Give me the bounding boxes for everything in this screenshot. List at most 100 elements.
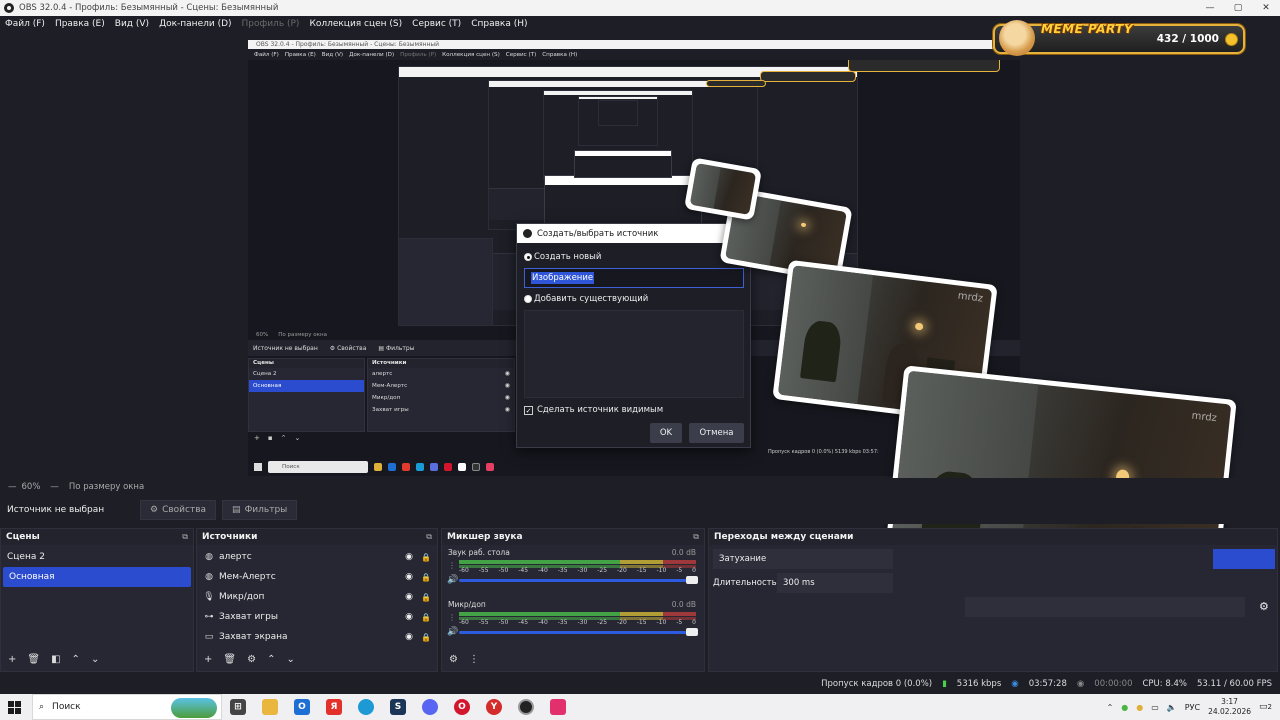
transitions-header: Переходы между сценами bbox=[709, 529, 1277, 545]
photo-watermark: mrdz bbox=[1191, 410, 1218, 425]
remove-source-icon[interactable]: 🗑 bbox=[223, 654, 236, 665]
scene-item-selected[interactable]: Основная bbox=[3, 567, 191, 587]
speaker-icon[interactable]: 🔊 bbox=[447, 627, 458, 637]
create-new-radio[interactable]: Создать новый bbox=[524, 252, 601, 262]
inner-source-label: Мем-Алертс bbox=[372, 383, 408, 389]
meter-scale: -60 -55 -50 -45 -40 -35 -30 -25 -20 -15 -10 -5 0 bbox=[459, 619, 696, 626]
source-item[interactable]: ◍ Мем-Алертс ◉ 🔒 bbox=[197, 567, 437, 587]
volume-meter bbox=[459, 560, 696, 564]
mixer-settings-icon[interactable]: ⚙ bbox=[449, 654, 458, 665]
yandex-icon[interactable]: Y bbox=[486, 699, 502, 715]
lock-icon[interactable]: 🔒 bbox=[421, 613, 431, 622]
channel-menu-icon[interactable]: ⋮ bbox=[448, 613, 456, 622]
undock-icon[interactable]: ⧉ bbox=[182, 532, 188, 542]
menu-docks[interactable]: Док-панели (D) bbox=[154, 19, 236, 29]
menu-profile[interactable]: Профиль (P) bbox=[237, 19, 305, 29]
zoom-dropdown-icon[interactable]: — bbox=[50, 482, 59, 492]
controls-field[interactable] bbox=[965, 597, 1245, 617]
move-up-icon[interactable]: ⌃ bbox=[72, 654, 80, 665]
maximize-button[interactable]: ▢ bbox=[1224, 0, 1252, 16]
volume-icon[interactable]: 🔈 bbox=[1167, 703, 1177, 712]
filters-button[interactable]: ▤ Фильтры bbox=[222, 500, 298, 520]
gear-icon[interactable]: ⚙ bbox=[1259, 600, 1269, 613]
outlook-icon[interactable]: O bbox=[294, 699, 310, 715]
source-item[interactable]: 🎙 Микр/доп ◉ 🔒 bbox=[197, 587, 437, 607]
discord-icon[interactable] bbox=[422, 699, 438, 715]
source-item[interactable]: ▭ Захват экрана ◉ 🔒 bbox=[197, 627, 437, 647]
zoom-out-icon[interactable]: — bbox=[8, 482, 17, 492]
steam-icon[interactable]: S bbox=[390, 699, 406, 715]
minimize-button[interactable]: — bbox=[1196, 0, 1224, 16]
app-icon[interactable] bbox=[550, 699, 566, 715]
make-visible-checkbox[interactable]: ✓ Сделать источник видимым bbox=[524, 405, 663, 415]
radio-unchecked-icon bbox=[524, 295, 532, 303]
remove-scene-icon[interactable]: 🗑 bbox=[27, 654, 40, 665]
scene-item[interactable]: Сцена 2 bbox=[1, 547, 193, 567]
source-settings-icon[interactable]: ⚙ bbox=[247, 654, 256, 665]
monitor-icon: ▭ bbox=[204, 632, 214, 642]
move-down-icon[interactable]: ⌄ bbox=[286, 654, 294, 665]
nested-dialog-1 bbox=[544, 175, 702, 225]
menu-help[interactable]: Справка (H) bbox=[466, 19, 532, 29]
opera-icon[interactable]: O bbox=[454, 699, 470, 715]
close-button[interactable]: ✕ bbox=[1252, 0, 1280, 16]
keyboard-language[interactable]: РУС bbox=[1185, 703, 1200, 712]
clock[interactable]: 3:17 24.02.2026 bbox=[1208, 697, 1251, 717]
move-down-icon[interactable]: ⌄ bbox=[91, 654, 99, 665]
duration-input[interactable]: 300 ms bbox=[777, 573, 893, 593]
menu-scene-collection[interactable]: Коллекция сцен (S) bbox=[304, 19, 407, 29]
add-source-icon[interactable]: + bbox=[204, 654, 212, 665]
mixer-menu-icon[interactable]: ⋮ bbox=[469, 654, 479, 665]
notifications-icon[interactable]: ▭2 bbox=[1259, 702, 1272, 712]
task-view-icon[interactable]: ⊞ bbox=[230, 699, 246, 715]
speaker-icon[interactable]: 🔊 bbox=[447, 575, 458, 585]
start-button[interactable] bbox=[0, 694, 28, 720]
undock-icon[interactable]: ⧉ bbox=[693, 532, 699, 542]
menu-edit[interactable]: Правка (E) bbox=[50, 19, 110, 29]
eye-icon[interactable]: ◉ bbox=[405, 592, 413, 602]
ok-button[interactable]: OK bbox=[650, 423, 682, 443]
scale-tick: 0 bbox=[692, 619, 696, 626]
existing-sources-list[interactable] bbox=[524, 310, 744, 398]
eye-icon[interactable]: ◉ bbox=[405, 552, 413, 562]
source-item[interactable]: ⊶ Захват игры ◉ 🔒 bbox=[197, 607, 437, 627]
volume-slider[interactable] bbox=[459, 631, 696, 634]
lock-icon[interactable]: 🔒 bbox=[421, 573, 431, 582]
obs-taskbar-icon[interactable] bbox=[518, 699, 534, 715]
menu-file[interactable]: Файл (F) bbox=[0, 19, 50, 29]
zoom-mode[interactable]: По размеру окна bbox=[69, 482, 144, 492]
transition-type-select[interactable]: Затухание bbox=[713, 549, 893, 569]
source-item[interactable]: ◍ алертс ◉ 🔒 bbox=[197, 547, 437, 567]
volume-slider-handle[interactable] bbox=[686, 576, 698, 584]
volume-slider[interactable] bbox=[459, 579, 696, 582]
volume-slider-handle[interactable] bbox=[686, 628, 698, 636]
menu-tools[interactable]: Сервис (T) bbox=[407, 19, 466, 29]
tray-app-icon[interactable]: ● bbox=[1136, 703, 1143, 712]
eye-icon[interactable]: ◉ bbox=[405, 572, 413, 582]
lock-icon[interactable]: 🔒 bbox=[421, 593, 431, 602]
lock-icon[interactable]: 🔒 bbox=[421, 633, 431, 642]
edge-icon[interactable] bbox=[358, 699, 374, 715]
add-existing-radio[interactable]: Добавить существующий bbox=[524, 294, 648, 304]
undock-icon[interactable]: ⧉ bbox=[426, 532, 432, 542]
scene-filters-icon[interactable]: ◧ bbox=[51, 654, 60, 665]
cancel-button[interactable]: Отмена bbox=[689, 423, 744, 443]
yandex-browser-icon[interactable]: Я bbox=[326, 699, 342, 715]
search-label: Поиск bbox=[52, 702, 81, 712]
move-up-icon[interactable]: ⌃ bbox=[267, 654, 275, 665]
file-explorer-icon[interactable] bbox=[262, 699, 278, 715]
controls-highlight[interactable] bbox=[1213, 549, 1275, 569]
tray-app-icon[interactable]: ● bbox=[1121, 703, 1128, 712]
scale-tick: -55 bbox=[478, 567, 489, 574]
channel-menu-icon[interactable]: ⋮ bbox=[448, 561, 456, 570]
lock-icon[interactable]: 🔒 bbox=[421, 553, 431, 562]
menu-view[interactable]: Вид (V) bbox=[110, 19, 154, 29]
taskbar-search[interactable]: ⌕ Поиск bbox=[32, 694, 222, 720]
network-icon[interactable]: ▭ bbox=[1151, 703, 1159, 712]
eye-icon[interactable]: ◉ bbox=[405, 632, 413, 642]
source-name-input[interactable]: Изображение bbox=[524, 268, 744, 288]
properties-button[interactable]: ⚙ Свойства bbox=[140, 500, 217, 520]
chevron-up-icon[interactable]: ⌃ bbox=[1107, 703, 1114, 712]
eye-icon[interactable]: ◉ bbox=[405, 612, 413, 622]
add-scene-icon[interactable]: + bbox=[8, 654, 16, 665]
